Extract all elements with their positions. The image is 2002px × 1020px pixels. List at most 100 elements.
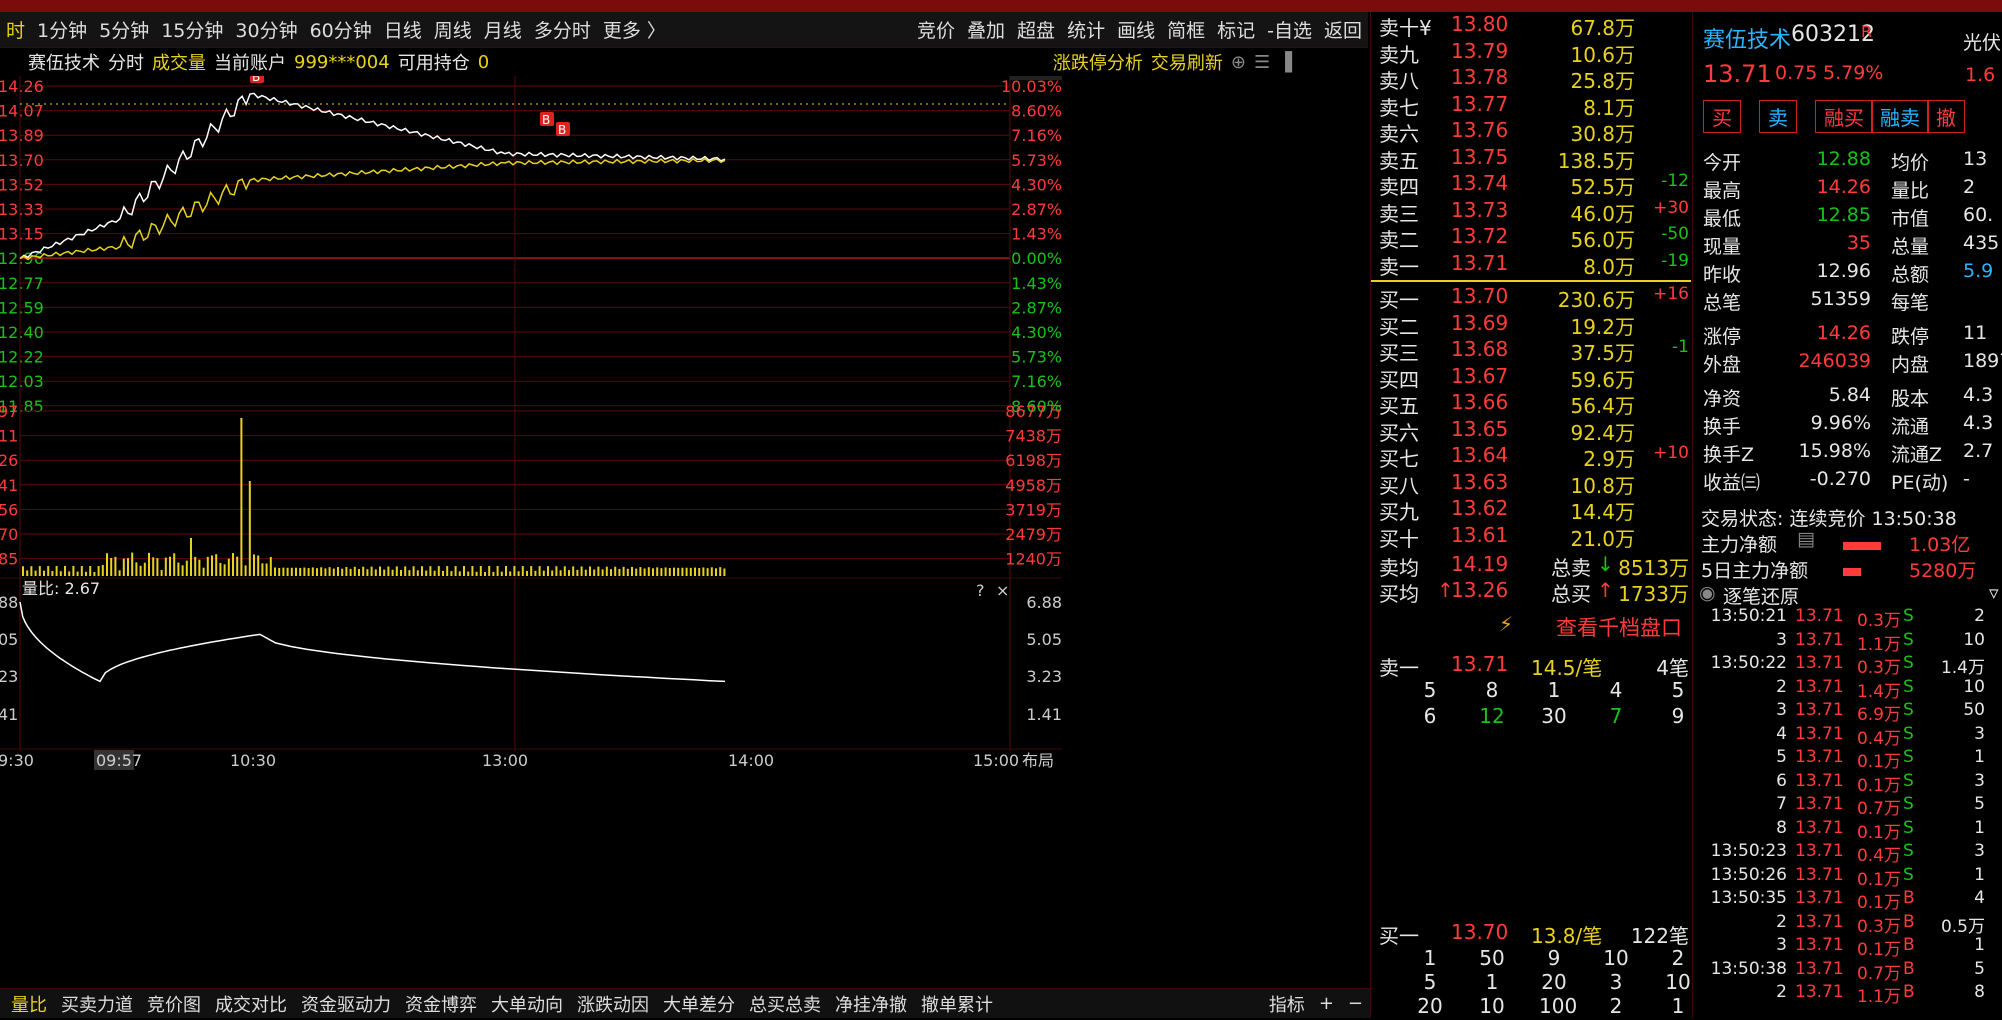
menu-icon[interactable]: ☰ [1254, 52, 1270, 73]
limit-analysis-link[interactable]: 涨跌停分析 [1053, 49, 1143, 75]
toolbar-action[interactable]: 竞价 [911, 16, 961, 43]
ask-row[interactable]: 卖四 13.74 52.5万 -12 [1379, 171, 1691, 199]
indicator-tab[interactable]: 成交对比 [208, 991, 294, 1017]
bid-row[interactable]: 买四 13.67 59.6万 [1379, 364, 1691, 392]
trade-button-4[interactable]: 撤 [1927, 100, 1965, 133]
indicator-tab[interactable]: 净挂净撤 [828, 991, 914, 1017]
volume-bar [626, 568, 629, 576]
period-tab[interactable]: 多分时 [528, 16, 597, 43]
bid-row[interactable]: 买九 13.62 14.4万 [1379, 496, 1691, 524]
period-tab[interactable]: 时 [0, 16, 31, 43]
level-label: 买七 [1379, 447, 1419, 471]
volume-tick: 6198万 [1005, 451, 1062, 470]
ask-row[interactable]: 卖一 13.71 8.0万 -19 [1379, 251, 1691, 279]
level-change: -1 [1672, 337, 1689, 357]
period-tab[interactable]: 30分钟 [229, 16, 303, 43]
indicator-action[interactable]: + [1312, 993, 1341, 1014]
bid-row[interactable]: 买十 13.61 21.0万 [1379, 523, 1691, 551]
layout-button[interactable]: 布局 [1022, 751, 1054, 770]
bid-row[interactable]: 买一 13.70 230.6万 +16 [1379, 284, 1691, 312]
bid-row[interactable]: 买三 13.68 37.5万 -1 [1379, 337, 1691, 365]
book-summary-row: 卖均 14.19 总卖 ↓ 8513万 [1379, 552, 1691, 580]
expand-icon[interactable]: ⊕ [1231, 52, 1246, 73]
trade-refresh-link[interactable]: 交易刷新 [1151, 49, 1223, 75]
toolbar-action[interactable]: 简框 [1161, 16, 1211, 43]
bid-row[interactable]: 买五 13.66 56.4万 [1379, 390, 1691, 418]
indicator-tab[interactable]: 资金博弈 [398, 991, 484, 1017]
indicator-tab[interactable]: 买卖力道 [54, 991, 140, 1017]
trade-button-2[interactable]: 融买 [1815, 100, 1873, 133]
indicator-tab[interactable]: 撤单累计 [914, 991, 1000, 1017]
thousand-level-link[interactable]: 查看千档盘口 [1556, 612, 1682, 642]
indicator-tab[interactable]: 大单动向 [484, 991, 570, 1017]
chart-canvas[interactable]: 14.26 10.03%14.07 8.60%13.89 7.16%13.70 5.73… [0, 58, 1370, 988]
period-tab[interactable]: 日线 [378, 16, 428, 43]
toolbar-action[interactable]: 画线 [1111, 16, 1161, 43]
indicator-tab[interactable]: 资金驱动力 [294, 991, 398, 1017]
period-tab[interactable]: 15分钟 [155, 16, 229, 43]
trade-button-1[interactable]: 卖 [1759, 100, 1797, 133]
level-price: 13.79 [1451, 38, 1509, 63]
ask-row[interactable]: 卖七 13.77 8.1万 [1379, 92, 1691, 120]
indicator-tab[interactable]: 涨跌动因 [570, 991, 656, 1017]
toolbar-action[interactable]: 叠加 [961, 16, 1011, 43]
period-tab[interactable]: 更多 〉 [597, 16, 672, 43]
bid-row[interactable]: 买七 13.64 2.9万 +10 [1379, 443, 1691, 471]
toolbar-action[interactable]: -自选 [1261, 16, 1318, 43]
bid-row[interactable]: 买六 13.65 92.4万 [1379, 417, 1691, 445]
toolbar-action[interactable]: 标记 [1211, 16, 1261, 43]
level-label: 卖九 [1379, 42, 1419, 67]
level-price: 13.70 [1451, 284, 1509, 308]
ask-row[interactable]: 卖二 13.72 56.0万 -50 [1379, 224, 1691, 252]
indicator-bar: 量比 买卖力道 竞价图 成交对比 资金驱动力 资金博弈 大单动向 涨跌动因 大单差分 总买总卖 净挂… [0, 988, 1370, 1018]
ratio-tick-left: 23 [0, 667, 18, 686]
ask-row[interactable]: 卖八 13.78 25.8万 [1379, 65, 1691, 93]
stat-value: 246039 [1798, 350, 1871, 372]
indicator-tab[interactable]: 量比 [4, 991, 54, 1017]
level-change: +10 [1653, 443, 1689, 463]
ask-row[interactable]: 卖三 13.73 46.0万 +30 [1379, 198, 1691, 226]
trade-button-0[interactable]: 买 [1703, 100, 1741, 133]
panel-toggle-icon[interactable]: ▐ [1278, 52, 1292, 73]
volume-bar [345, 566, 348, 576]
indicator-action[interactable]: − [1341, 993, 1370, 1014]
queue-qty: 12 [1479, 704, 1505, 728]
toolbar-action[interactable]: 超盘 [1011, 16, 1061, 43]
total-bid-label: 总买 [1551, 582, 1591, 606]
tick-side: B [1903, 935, 1915, 955]
bid-row[interactable]: 买八 13.63 10.8万 [1379, 470, 1691, 498]
pct-tick: 1.43% [1011, 225, 1062, 244]
volume-bar [458, 571, 461, 576]
indicator-tab[interactable]: 总买总卖 [742, 991, 828, 1017]
level-label: 卖七 [1379, 95, 1419, 120]
period-tab[interactable]: 月线 [478, 16, 528, 43]
volume-bar [454, 566, 457, 576]
toolbar-action[interactable]: 返回 [1318, 16, 1368, 43]
indicator-tab[interactable]: 大单差分 [656, 991, 742, 1017]
intraday-chart[interactable]: 14.26 10.03% 14.07 8.60% 13.89 7.16% 13.70 5.73… [0, 58, 1370, 976]
toolbar-action[interactable]: 统计 [1061, 16, 1111, 43]
level-label: 买四 [1379, 367, 1419, 392]
bid-row[interactable]: 买二 13.69 19.2万 [1379, 311, 1691, 339]
ask-row[interactable]: 卖九 13.79 10.6万 [1379, 38, 1691, 67]
tick-price: 13.71 [1795, 935, 1844, 955]
level-volume: 10.6万 [1570, 42, 1635, 67]
tick-volume: 6.9万 [1856, 705, 1901, 725]
indicator-action[interactable]: 指标 [1262, 991, 1312, 1017]
period-tab[interactable]: 1分钟 [31, 16, 93, 43]
period-tab[interactable]: 5分钟 [93, 16, 155, 43]
period-tab[interactable]: 周线 [428, 16, 478, 43]
trade-button-3[interactable]: 融卖 [1871, 100, 1929, 133]
help-icon[interactable]: ? [976, 581, 985, 600]
ask-row[interactable]: 卖十¥ 13.80 67.8万 [1379, 12, 1691, 40]
account-id[interactable]: 999***004 [294, 52, 390, 73]
volume-bar [484, 571, 486, 576]
stat-value-2: 2 [1963, 176, 1976, 198]
level-volume: 8.1万 [1583, 95, 1635, 120]
indicator-tab[interactable]: 竞价图 [140, 991, 208, 1017]
period-tab[interactable]: 60分钟 [304, 16, 378, 43]
ask-row[interactable]: 卖六 13.76 30.8万 [1379, 118, 1691, 146]
close-icon[interactable]: × [996, 581, 1009, 600]
volume-indicator[interactable]: 成交量 [152, 49, 206, 75]
ask-row[interactable]: 卖五 13.75 138.5万 [1379, 145, 1691, 173]
